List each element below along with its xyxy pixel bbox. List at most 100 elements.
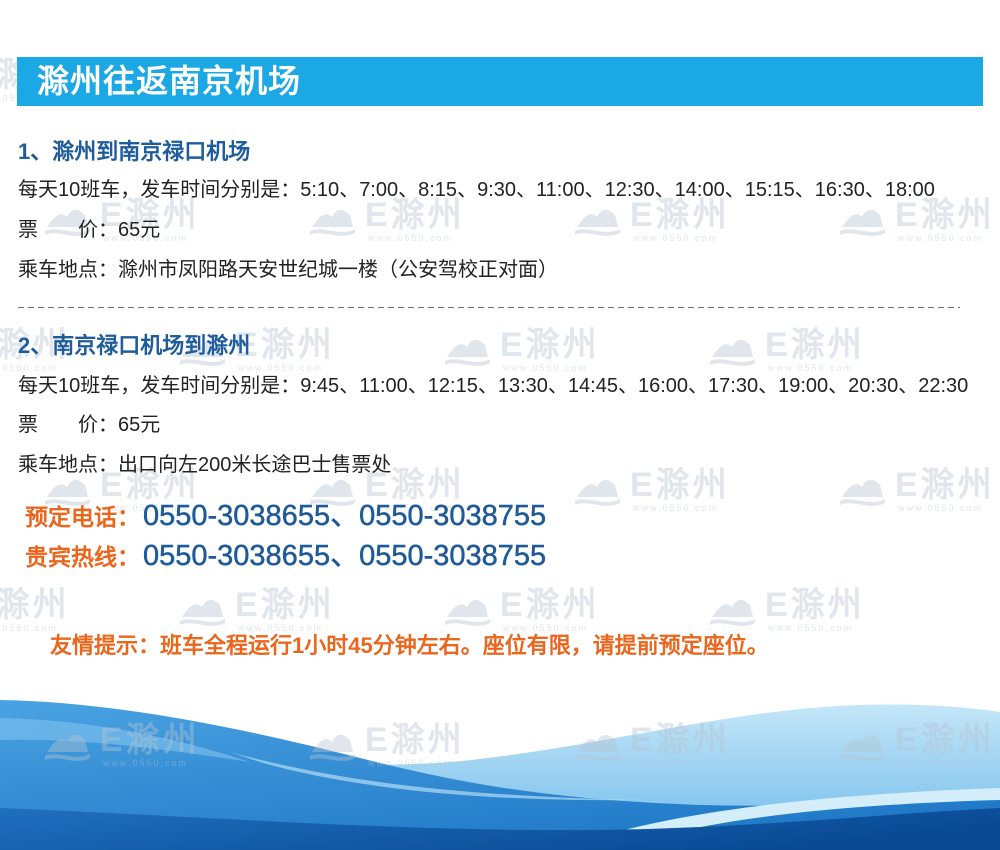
route-2-heading: 2、南京禄口机场到滁州 <box>18 333 251 358</box>
watermark-logo-icon <box>445 599 490 626</box>
watermark-url: www.0550.com <box>633 503 719 513</box>
pickup-label: 乘车地点： <box>18 259 118 281</box>
watermark-content: E滁州www.0550.com <box>710 587 870 635</box>
departure-times: 5:10、7:00、8:15、9:30、11:00、12:30、14:00、15… <box>300 179 935 201</box>
pickup-location: 滁州市凤阳路天安世纪城一楼（公安驾校正对面） <box>118 259 558 281</box>
pickup-location: 出口向左200米长途巴士售票处 <box>118 454 392 476</box>
watermark-content: E滁州www.0550.com <box>840 467 1000 515</box>
list-separator: 、 <box>339 179 360 201</box>
phone-number: 0550-3038655 <box>143 500 331 533</box>
departure-time: 11:00 <box>536 179 585 201</box>
watermark-logo-icon <box>445 339 490 366</box>
route-1-heading: 1、滁州到南京禄口机场 <box>18 139 251 164</box>
watermark-url: www.0550.com <box>768 623 854 633</box>
departure-time: 18:00 <box>884 179 935 201</box>
departure-time: 12:15 <box>427 375 478 397</box>
watermark-content: E滁州www.0550.com <box>575 467 735 515</box>
watermark-logo-icon <box>575 734 620 761</box>
departure-time: 9:45 <box>300 375 340 397</box>
list-separator: 、 <box>330 540 360 573</box>
watermark: E滁州www.0550.com <box>575 722 735 770</box>
watermark-url: www.0550.com <box>898 503 984 513</box>
phone-number: 0550-3038755 <box>359 540 547 573</box>
route-1-pickup: 乘车地点：滁州市凤阳路天安世纪城一楼（公安驾校正对面） <box>18 255 558 285</box>
route-2-pickup: 乘车地点：出口向左200米长途巴士售票处 <box>18 450 391 480</box>
phone-number: 0550-3038655 <box>143 540 331 573</box>
watermark-brand: E滁州 <box>500 587 600 624</box>
list-separator: 、 <box>617 375 638 397</box>
page-title: 滁州往返南京机场 <box>37 63 302 99</box>
route-2-price: 票 价：65元 <box>18 410 160 440</box>
vip-hotline-label: 贵宾热线： <box>25 544 140 570</box>
watermark-logo-icon <box>575 209 620 236</box>
watermark-logo-icon <box>575 479 620 506</box>
watermark-url: www.0550.com <box>368 233 454 243</box>
booking-phone-label: 预定电话： <box>25 504 140 530</box>
watermark-logo-icon <box>45 734 90 761</box>
booking-phone-numbers: 0550-3038655、0550-3038755 <box>143 500 547 533</box>
watermark-content: E滁州www.0550.com <box>45 722 205 770</box>
departure-time: 20:30 <box>848 375 899 397</box>
watermark: E滁州www.0550.com <box>45 722 205 770</box>
watermark: E滁州www.0550.com <box>0 587 75 635</box>
watermark-content: E滁州www.0550.com <box>575 722 735 770</box>
watermark-brand: E滁州 <box>630 722 730 759</box>
list-separator: 、 <box>724 179 745 201</box>
watermark: E滁州www.0550.com <box>710 587 870 635</box>
watermark-logo-icon <box>840 209 885 236</box>
list-separator: 、 <box>864 179 885 201</box>
shuttle-poster: E滁州 www.0550.com E滁州 www.0550.com E滁州 www.055… <box>0 0 1000 850</box>
route-2-schedule: 每天10班车，发车时间分别是：9:45、11:00、12:15、13:30、14… <box>18 371 968 401</box>
watermark-logo-icon <box>840 479 885 506</box>
schedule-label: 每天10班车，发车时间分别是： <box>18 375 301 397</box>
watermark: E滁州www.0550.com <box>840 722 1000 770</box>
watermark: E滁州www.0550.com <box>445 587 605 635</box>
vip-hotline-row: 贵宾热线： 0550-3038655、0550-3038755 <box>25 536 546 576</box>
list-separator: 、 <box>398 179 419 201</box>
watermark: E滁州www.0550.com <box>575 467 735 515</box>
title-banner: 滁州往返南京机场 <box>17 57 983 106</box>
departure-time: 11:00 <box>359 375 408 397</box>
price-value: 65元 <box>118 414 161 436</box>
watermark-brand: E滁州 <box>765 327 865 364</box>
watermark-content: E滁州www.0550.com <box>445 327 605 375</box>
watermark-content: E滁州www.0550.com <box>0 587 75 635</box>
list-separator: 、 <box>457 179 478 201</box>
watermark-content: E滁州www.0550.com <box>310 722 470 770</box>
watermark-brand: E滁州 <box>895 722 995 759</box>
dashed-divider <box>18 307 960 308</box>
watermark-content: E滁州www.0550.com <box>445 587 605 635</box>
tip-text: 班车全程运行1小时45分钟左右。座位有限，请提前预定座位。 <box>160 633 769 658</box>
watermark-url: www.0550.com <box>898 758 984 768</box>
list-separator: 、 <box>654 179 675 201</box>
list-separator: 、 <box>547 375 568 397</box>
watermark-brand: E滁州 <box>235 587 335 624</box>
list-separator: 、 <box>516 179 536 201</box>
departure-time: 14:45 <box>567 375 618 397</box>
watermark-logo-icon <box>710 599 755 626</box>
tip-label: 友情提示： <box>50 633 161 658</box>
watermark-brand: E滁州 <box>630 467 730 504</box>
watermark-content: E滁州www.0550.com <box>840 722 1000 770</box>
departure-time: 22:30 <box>918 375 969 397</box>
departure-times: 9:45、11:00、12:15、13:30、14:45、16:00、17:30… <box>300 375 968 397</box>
list-separator: 、 <box>688 375 709 397</box>
watermark-url: www.0550.com <box>103 758 189 768</box>
departure-time: 15:15 <box>744 179 795 201</box>
departure-time: 13:30 <box>497 375 548 397</box>
list-separator: 、 <box>407 375 428 397</box>
watermark: E滁州www.0550.com <box>840 467 1000 515</box>
list-separator: 、 <box>758 375 779 397</box>
list-separator: 、 <box>794 179 815 201</box>
departure-time: 5:10 <box>300 179 340 201</box>
departure-time: 12:30 <box>604 179 655 201</box>
watermark-url: www.0550.com <box>633 233 719 243</box>
list-separator: 、 <box>330 500 360 533</box>
watermark-logo-icon <box>310 734 355 761</box>
price-value: 65元 <box>118 219 161 241</box>
booking-phone-row: 预定电话： 0550-3038655、0550-3038755 <box>25 496 546 536</box>
watermark: E滁州www.0550.com <box>180 587 340 635</box>
pickup-label: 乘车地点： <box>18 454 118 476</box>
watermark-logo-icon <box>180 599 225 626</box>
watermark: E滁州www.0550.com <box>710 327 870 375</box>
